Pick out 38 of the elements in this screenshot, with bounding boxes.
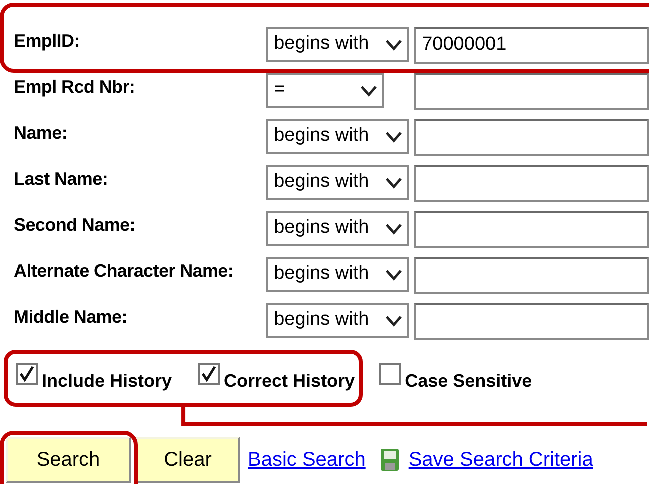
text-field[interactable]: 70000001 <box>414 27 649 64</box>
text-field[interactable] <box>414 73 649 110</box>
caret-icon <box>385 176 404 188</box>
checkbox-label: Case Sensitive <box>405 370 532 392</box>
save-search-link[interactable]: Save Search Criteria <box>408 445 594 475</box>
operator-select[interactable]: begins with <box>266 303 410 338</box>
checkbox[interactable] <box>379 363 402 385</box>
caret-icon <box>385 314 404 326</box>
text-field[interactable] <box>414 303 649 340</box>
field-label: EmplID: <box>14 30 81 50</box>
operator-select[interactable]: begins with <box>266 27 410 62</box>
field-label: Alternate Character Name: <box>14 260 235 280</box>
text-field[interactable] <box>414 119 649 156</box>
text-field[interactable] <box>414 211 649 248</box>
caret-icon <box>360 84 378 96</box>
field-label: Middle Name: <box>14 306 128 326</box>
field-label: Name: <box>14 122 69 142</box>
caret-icon <box>385 222 404 234</box>
checkbox[interactable] <box>16 363 38 385</box>
operator-select[interactable]: begins with <box>266 119 410 154</box>
operator-select[interactable]: begins with <box>266 211 410 246</box>
checkbox-label: Include History <box>42 370 172 393</box>
field-label: Last Name: <box>14 168 110 188</box>
caret-icon <box>385 268 404 280</box>
clear-button[interactable]: Clear <box>136 437 240 483</box>
text-field[interactable] <box>414 165 649 202</box>
caret-icon <box>385 38 404 50</box>
operator-select[interactable]: begins with <box>266 257 410 292</box>
field-label: Second Name: <box>14 214 136 234</box>
text-field[interactable] <box>414 257 649 294</box>
basic-search-link[interactable]: Basic Search <box>248 445 366 475</box>
operator-select[interactable]: = <box>266 73 384 108</box>
checkbox[interactable] <box>198 363 220 385</box>
search-button[interactable]: Search <box>6 437 131 483</box>
operator-select[interactable]: begins with <box>266 165 410 200</box>
field-label: Empl Rcd Nbr: <box>14 76 136 96</box>
checkbox-label: Correct History <box>224 370 356 393</box>
caret-icon <box>385 130 404 142</box>
